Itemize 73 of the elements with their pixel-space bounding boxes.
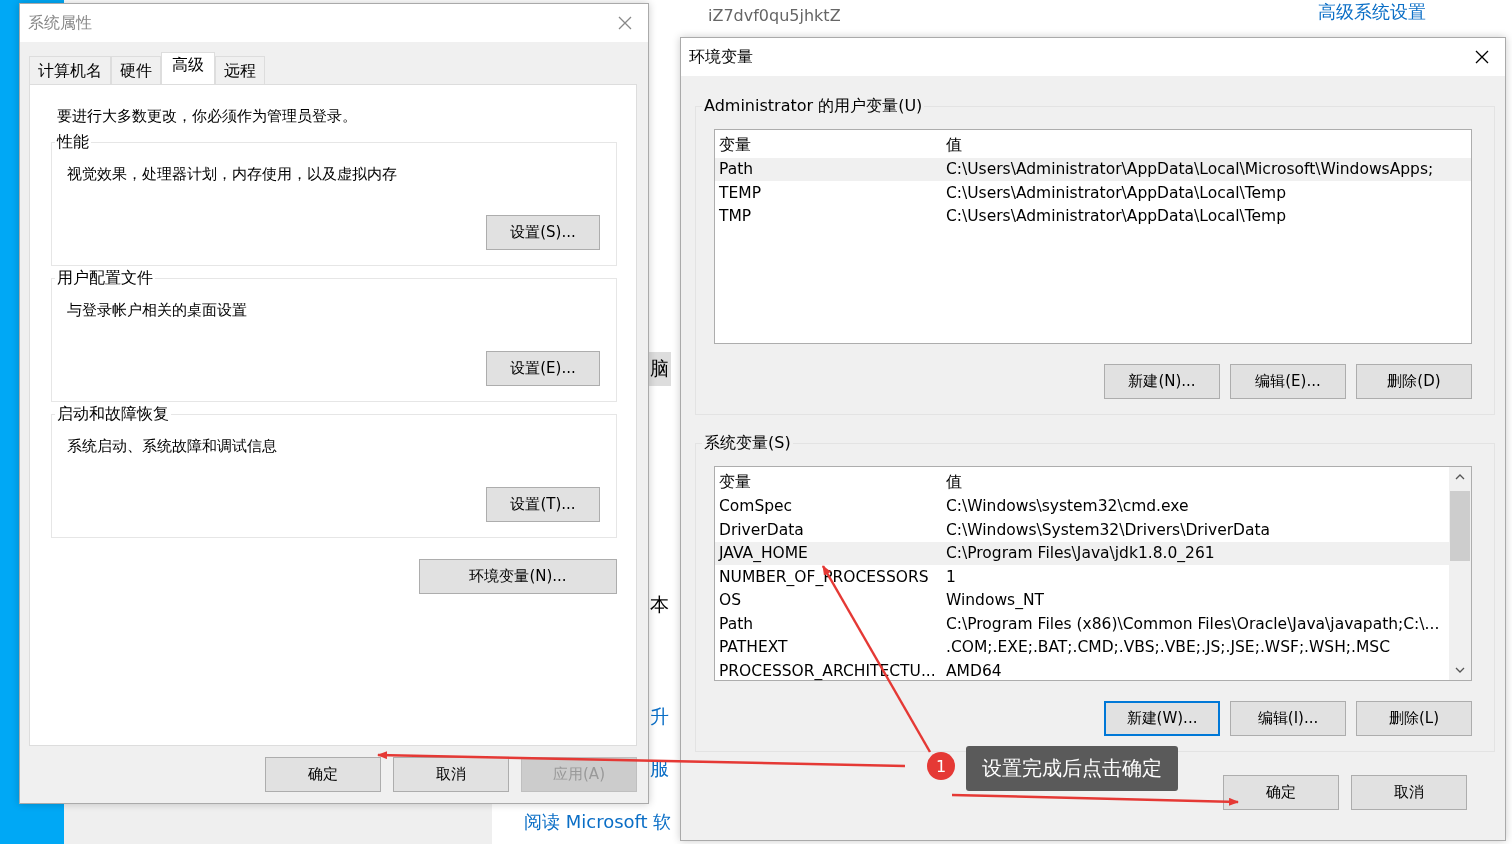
variable-value: C:\Users\Administrator\AppData\Local\Microsoft\WindowsApps; <box>946 160 1434 179</box>
variable-row[interactable]: ComSpec C:\Windows\system32\cmd.exe <box>715 494 1449 518</box>
text-fragment: 本 <box>649 592 670 617</box>
dialog-button[interactable]: 取消 <box>393 757 509 792</box>
variable-name: TEMP <box>719 183 762 202</box>
admin-note: 要进行大多数更改，你必须作为管理员登录。 <box>57 107 358 126</box>
list-action-button[interactable]: 删除(L) <box>1356 701 1472 736</box>
variable-value: C:\Users\Administrator\AppData\Local\Temp <box>946 183 1286 202</box>
settings-button[interactable]: 设置(S)... <box>486 215 600 250</box>
variable-row[interactable]: OS Windows_NT <box>715 588 1449 612</box>
list-action-button[interactable]: 删除(D) <box>1356 364 1472 399</box>
nav-item-fragment[interactable]: 脑 <box>648 352 671 386</box>
list-action-button[interactable]: 编辑(I)... <box>1230 701 1346 736</box>
read-link[interactable]: 阅读 Microsoft 软 <box>524 810 672 834</box>
group-title: 启动和故障恢复 <box>55 404 171 425</box>
variable-row[interactable]: JAVA_HOME C:\Program Files\Java\jdk1.8.0_261 <box>715 541 1449 565</box>
variable-name: Path <box>719 614 755 633</box>
window-title: 环境变量 <box>689 46 753 68</box>
settings-button[interactable]: 设置(E)... <box>486 351 600 386</box>
column-header[interactable]: 变量 <box>719 135 946 157</box>
annotation-tooltip: 设置完成后点击确定 <box>966 746 1178 791</box>
group-description: 系统启动、系统故障和调试信息 <box>67 437 278 457</box>
scroll-up-icon[interactable] <box>1455 473 1465 481</box>
close-icon[interactable] <box>1475 50 1489 64</box>
section-title: 系统变量(S) <box>702 433 793 454</box>
scrollbar[interactable] <box>1449 467 1471 680</box>
variable-value: Windows_NT <box>946 591 1044 610</box>
computer-name: iZ7dvf0qu5jhktZ <box>708 6 841 25</box>
dialog-button[interactable]: 取消 <box>1351 775 1467 810</box>
variable-row[interactable]: Path C:\Users\Administrator\AppData\Local\Microsoft\WindowsApps; <box>715 157 1471 181</box>
environment-variables-button[interactable]: 环境变量(N)... <box>419 559 617 594</box>
list-action-button[interactable]: 新建(N)... <box>1104 364 1220 399</box>
variable-value: C:\Program Files\Java\jdk1.8.0_261 <box>946 544 1215 563</box>
column-header[interactable]: 值 <box>946 135 962 157</box>
variable-name: Path <box>719 160 755 179</box>
dialog-button[interactable]: 确定 <box>265 757 381 792</box>
variable-name: OS <box>719 591 743 610</box>
variable-row[interactable]: TMP C:\Users\Administrator\AppData\Local\Temp <box>715 204 1471 228</box>
group-description: 与登录帐户相关的桌面设置 <box>67 301 248 321</box>
variable-row[interactable]: PATHEXT .COM;.EXE;.BAT;.CMD;.VBS;.VBE;.JS;.JSE;.WSF;.WSH;.MSC <box>715 635 1449 659</box>
variable-name: JAVA_HOME <box>719 544 809 563</box>
variable-name: PATHEXT <box>719 638 789 657</box>
variable-value: C:\Users\Administrator\AppData\Local\Temp <box>946 207 1286 226</box>
link-fragment[interactable]: 升 <box>648 700 671 734</box>
tab[interactable]: 高级 <box>161 52 215 84</box>
variable-row[interactable]: DriverData C:\Windows\System32\Drivers\DriverData <box>715 518 1449 542</box>
variable-value: C:\Windows\System32\Drivers\DriverData <box>946 520 1271 539</box>
variable-value: .COM;.EXE;.BAT;.CMD;.VBS;.VBE;.JS;.JSE;.WSF;.WSH;.MSC <box>946 638 1391 657</box>
dialog-button[interactable]: 确定 <box>1223 775 1339 810</box>
variable-row[interactable]: Path C:\Program Files (x86)\Common Files\Oracle\Java\javapath;C:\... <box>715 612 1449 636</box>
tab[interactable]: 计算机名 <box>29 56 111 84</box>
advanced-settings-link[interactable]: 高级系统设置 <box>1318 0 1426 24</box>
variable-name: ComSpec <box>719 497 794 516</box>
section-title: Administrator 的用户变量(U) <box>702 96 925 117</box>
scroll-down-icon[interactable] <box>1455 666 1465 674</box>
group-description: 视觉效果，处理器计划，内存使用，以及虚拟内存 <box>67 165 398 185</box>
variable-value: 1 <box>946 567 956 586</box>
variable-value: AMD64 <box>946 661 1002 680</box>
tab[interactable]: 硬件 <box>111 56 161 84</box>
column-header[interactable]: 变量 <box>719 472 946 494</box>
variable-name: TMP <box>719 207 753 226</box>
list-action-button[interactable]: 编辑(E)... <box>1230 364 1346 399</box>
variable-value: C:\Program Files (x86)\Common Files\Oracle\Java\javapath;C:\... <box>946 614 1440 633</box>
variable-name: DriverData <box>719 520 805 539</box>
settings-button[interactable]: 设置(T)... <box>486 487 600 522</box>
list-action-button[interactable]: 新建(W)... <box>1104 701 1220 736</box>
group-title: 用户配置文件 <box>55 268 155 289</box>
tab[interactable]: 远程 <box>215 56 265 84</box>
column-header[interactable]: 值 <box>946 472 962 494</box>
variable-value: C:\Windows\system32\cmd.exe <box>946 497 1189 516</box>
variable-row[interactable]: TEMP C:\Users\Administrator\AppData\Local\Temp <box>715 181 1471 205</box>
group-title: 性能 <box>55 132 91 153</box>
window-title: 系统属性 <box>28 12 92 34</box>
